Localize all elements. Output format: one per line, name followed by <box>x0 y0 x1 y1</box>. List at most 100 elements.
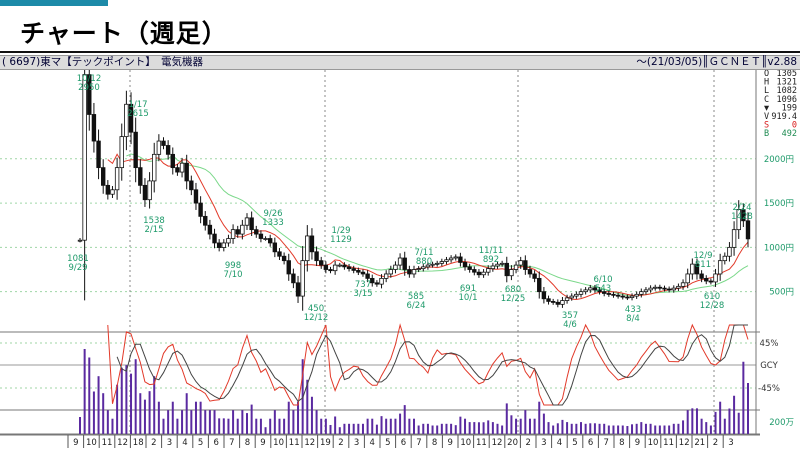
candle-body <box>541 291 547 300</box>
volume-bar <box>575 423 578 434</box>
month-label: 3 <box>354 438 359 448</box>
volume-bar <box>510 415 513 434</box>
volume-bar <box>190 410 193 434</box>
candle <box>467 263 472 273</box>
candle-body <box>411 269 417 275</box>
candle-body <box>458 256 463 263</box>
candle <box>96 129 101 180</box>
month-label: 10 <box>273 438 284 448</box>
month-label: 4 <box>557 438 562 448</box>
volume-bar <box>491 422 494 434</box>
top-accent-bar <box>0 0 108 6</box>
volume-bar <box>473 422 476 434</box>
candle <box>346 264 352 272</box>
candle <box>727 242 732 262</box>
volume-bar <box>709 425 712 434</box>
candle-body <box>281 255 287 262</box>
candle-body <box>161 140 166 146</box>
volume-bar <box>584 423 587 434</box>
volume-bar <box>366 418 369 434</box>
month-label: 11 <box>289 438 300 448</box>
candle-body <box>564 297 570 301</box>
volume-bar <box>533 418 536 434</box>
candle-body <box>156 140 162 155</box>
volume-bar <box>440 423 443 434</box>
price-annotation: 6/10543 <box>593 275 612 294</box>
volume-bar <box>677 423 680 434</box>
volume-bar <box>552 425 555 434</box>
candle <box>397 253 403 270</box>
annotation-text: 543 <box>595 284 611 294</box>
candle-body <box>569 295 574 299</box>
candle <box>657 284 663 291</box>
stock-code: ( 6697) <box>2 56 41 68</box>
volume-bar <box>737 412 740 434</box>
ma-26-line <box>126 153 749 297</box>
candle-body <box>175 167 180 173</box>
volume-bar <box>682 420 685 434</box>
candle <box>258 230 264 243</box>
volume-bar <box>528 418 531 434</box>
price-annotation: 7/11880 <box>414 248 433 267</box>
price-annotation: 3574/6 <box>562 311 578 330</box>
volume-bar <box>631 424 634 434</box>
candle-body <box>216 242 222 248</box>
candle <box>203 211 208 231</box>
volume-bar <box>413 418 415 434</box>
price-annotation: 69110/1 <box>458 284 477 303</box>
month-label: 11 <box>476 438 487 448</box>
candle-body <box>119 136 124 169</box>
candle <box>388 265 394 278</box>
annotation-text: 880 <box>416 257 432 267</box>
candle <box>319 256 324 269</box>
candle-body <box>207 224 213 235</box>
candle <box>267 234 273 247</box>
volume-bar <box>153 376 156 434</box>
annotation-text: 8/4 <box>626 314 640 324</box>
month-label: 9 <box>73 438 78 448</box>
month-label: 5 <box>572 438 577 448</box>
candle-body <box>434 262 440 265</box>
candle <box>486 265 491 276</box>
volume-bar <box>742 361 745 434</box>
month-label: 21 <box>694 438 705 448</box>
candle <box>532 270 537 283</box>
candle-body <box>690 263 695 275</box>
candle-body <box>198 202 203 217</box>
candle <box>629 293 635 301</box>
volume-bar <box>436 425 439 434</box>
volume-bar <box>524 410 527 434</box>
volume-bar <box>603 423 606 434</box>
month-label: 6 <box>213 438 218 448</box>
price-annotation: 10/122950 <box>77 74 102 93</box>
candle-body <box>244 217 250 226</box>
month-label: 11 <box>102 438 113 448</box>
candle <box>100 159 106 194</box>
candle-body <box>138 167 143 186</box>
candle <box>639 288 644 298</box>
candle-body <box>634 293 639 297</box>
osc-axis-label: -45% <box>758 384 780 394</box>
month-label: 7 <box>603 438 608 448</box>
volume-bar <box>357 423 360 434</box>
candle-body <box>96 140 101 169</box>
candle <box>462 258 468 271</box>
volume-bar <box>612 425 615 434</box>
volume-bar <box>88 357 91 434</box>
candle <box>448 255 454 263</box>
candle-body <box>662 287 667 290</box>
candle <box>161 137 166 150</box>
candle-body <box>179 162 185 173</box>
candle-body <box>560 300 565 305</box>
candles <box>77 70 751 311</box>
candle-body <box>578 291 584 295</box>
candle-body <box>309 235 315 253</box>
candle-body <box>77 239 83 242</box>
candle-body <box>537 277 542 293</box>
volume-bar <box>454 425 457 434</box>
volume-bar <box>264 427 267 434</box>
ohlc-readout: O 1305H 1321L 1082C 1096▼ 199V 919.4S 0B 492 <box>764 70 797 139</box>
annotation-text: 7/10 <box>223 270 242 280</box>
volume-bar <box>287 401 290 434</box>
candle-body <box>518 260 523 266</box>
